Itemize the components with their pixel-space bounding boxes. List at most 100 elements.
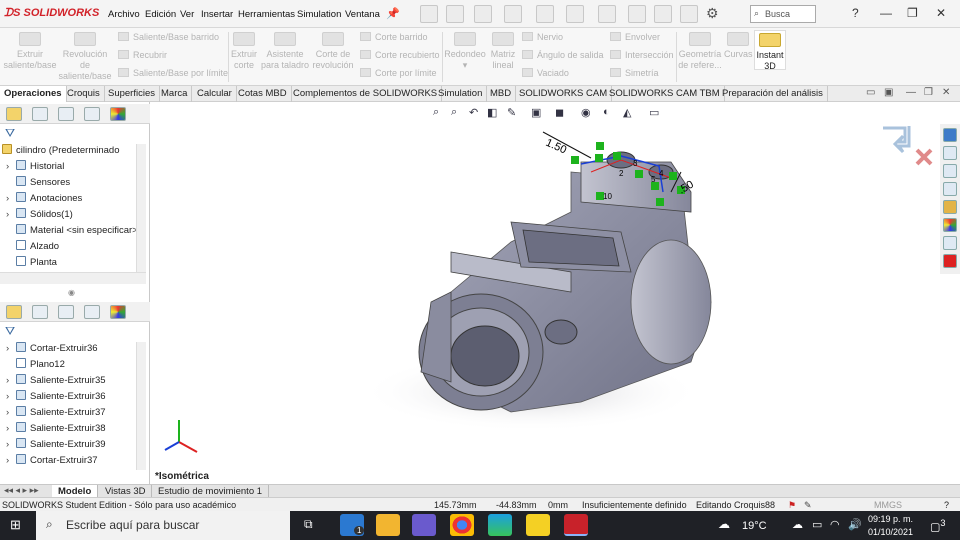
tab-mbd[interactable]: MBD [486,86,517,102]
tab-solidworks-cam[interactable]: SOLIDWORKS CAM [515,86,613,102]
windows-start-icon[interactable]: ⊞ [10,517,21,533]
tree-item-saliente-extruir39[interactable]: › Saliente-Extruir39 [6,438,106,454]
tree-root[interactable]: cilindro (Predeterminado [2,144,120,160]
unit-system[interactable]: MMGS [874,500,902,510]
new-document-icon[interactable] [446,5,464,23]
tab-solidworks-cam-tbm[interactable]: SOLIDWORKS CAM TBM [605,86,725,102]
tree-item-saliente-extruir35[interactable]: › Saliente-Extruir35 [6,374,106,390]
solidworks-forum-icon[interactable] [943,254,957,268]
configuration-manager-icon[interactable] [58,305,74,319]
sketch-relation-icon[interactable] [571,156,579,164]
tab-croquis[interactable]: Croquis [63,86,105,102]
search-input[interactable]: ⌕ Busca [750,5,816,23]
help-icon[interactable]: ? [852,6,859,20]
tab-superficies[interactable]: Superficies [104,86,160,102]
menu-simulation[interactable]: Simulation [297,9,341,20]
tree-item-saliente-extruir37[interactable]: › Saliente-Extruir37 [6,406,106,422]
configuration-manager-icon[interactable] [58,107,74,121]
filter-icon[interactable]: ⛛ [5,324,15,339]
tree-scrollbar-horizontal[interactable] [0,272,146,284]
instant3d-button[interactable]: Instant 3D [754,30,786,71]
network-icon[interactable]: ◠ [830,518,840,531]
solidworks-logo[interactable]: ᗪS SOLIDWORKS [4,7,99,20]
task-view-icon[interactable]: ⧉ [304,517,313,532]
doc-minimize-button[interactable]: — [906,87,916,98]
sketch-settings-icon[interactable]: ✎ [804,500,812,511]
tree-item-sensores[interactable]: Sensores [6,176,70,192]
file-explorer-icon[interactable] [943,164,957,178]
tab-preparacion-analisis[interactable]: Preparación del análisis [718,86,828,102]
select-icon[interactable] [628,5,646,23]
open-icon[interactable] [474,5,492,23]
edge-app-icon[interactable] [488,514,512,536]
custom-properties-icon[interactable] [943,236,957,250]
draft-button[interactable]: Ángulo de salida [522,50,604,60]
pin-icon[interactable]: 📌 [386,7,400,20]
print-icon[interactable] [536,5,554,23]
menu-ver[interactable]: Ver [180,9,194,20]
sketch-relation-icon[interactable] [656,198,664,206]
redo-icon[interactable] [598,5,616,23]
weather-icon[interactable]: ☁ [718,517,730,531]
extrude-cut-button[interactable]: Extruir corte [230,32,258,71]
file-properties-icon[interactable] [680,5,698,23]
tab-complementos[interactable]: Complementos de SOLIDWORKS [289,86,443,102]
rib-button[interactable]: Nervio [522,32,563,42]
file-explorer-app-icon[interactable] [376,514,400,536]
tree-item-saliente-extruir36[interactable]: › Saliente-Extruir36 [6,390,106,406]
menu-insertar[interactable]: Insertar [201,9,233,20]
tab-marca[interactable]: Marca [157,86,193,102]
dimxpert-icon[interactable] [84,305,100,319]
mirror-button[interactable]: Simetría [610,68,659,78]
tree-scrollbar-vertical[interactable] [136,144,146,272]
splitter-handle-icon[interactable]: ◉ [68,288,75,297]
store-app-icon[interactable] [412,514,436,536]
design-library-icon[interactable] [943,146,957,160]
doc-restore-button[interactable]: ❐ [924,87,933,98]
swept-boss-button[interactable]: Saliente/Base barrido [118,32,219,42]
dimxpert-icon[interactable] [84,107,100,121]
tree-item-solidos[interactable]: › Sólidos(1) [6,208,73,224]
weather-temp[interactable]: 19°C [742,520,767,532]
lofted-boss-button[interactable]: Recubrir [118,50,167,60]
boundary-cut-button[interactable]: Corte por límite [360,68,437,78]
tree-item-material[interactable]: Material <sin especificar> [6,224,138,240]
property-manager-icon[interactable] [32,305,48,319]
feature-manager-icon[interactable] [6,305,22,319]
intersect-button[interactable]: Intersección [610,50,674,60]
panel-icon[interactable]: ▭ [866,87,875,98]
tree-item-planta[interactable]: Planta [6,256,57,272]
tab-simulation[interactable]: Simulation [434,86,488,102]
tab-operaciones[interactable]: Operaciones [0,86,67,102]
solidworks-app-icon[interactable] [564,514,588,536]
home-icon[interactable] [420,5,438,23]
folder-icon[interactable] [943,182,957,196]
doc-close-button[interactable]: ✕ [942,87,950,98]
undo-icon[interactable] [566,5,584,23]
notification-icon[interactable]: ▢3 [930,518,946,534]
feature-manager-icon[interactable] [6,107,22,121]
lofted-cut-button[interactable]: Corte recubierto [360,50,440,60]
graphics-area[interactable]: ⌕ ⌕ ↶ ◧ ✎ ▣ ◼ ◉ ◐ ◭ ▭ 1.50 .50 2 3 4 5 1… [151,102,940,484]
sketch-relation-icon[interactable] [635,170,643,178]
onedrive-icon[interactable]: ☁ [792,518,803,531]
tree-item-plano12[interactable]: Plano12 [6,358,65,374]
save-icon[interactable] [504,5,522,23]
appearances-icon[interactable] [943,218,957,232]
tab-calcular[interactable]: Calcular [193,86,237,102]
chrome-app-icon[interactable] [450,514,474,536]
tree-item-cortar-extruir36[interactable]: › Cortar-Extruir36 [6,342,98,358]
extrude-boss-button[interactable]: Extruir saliente/base [2,32,58,71]
rebuild-icon[interactable] [654,5,672,23]
boundary-boss-button[interactable]: Saliente/Base por límite [118,68,228,78]
rebuild-icon[interactable]: ⚑ [788,500,796,511]
fillet-button[interactable]: Redondeo ▾ [444,32,486,71]
tree-scrollbar-vertical[interactable] [136,342,146,470]
property-manager-icon[interactable] [32,107,48,121]
sticky-notes-app-icon[interactable] [526,514,550,536]
minimize-button[interactable]: — [880,6,892,20]
sketch-relation-icon[interactable] [595,154,603,162]
clock-date[interactable]: 01/10/2021 [868,527,913,537]
tree-item-saliente-extruir38[interactable]: › Saliente-Extruir38 [6,422,106,438]
revolve-cut-button[interactable]: Corte de revolución [310,32,356,71]
